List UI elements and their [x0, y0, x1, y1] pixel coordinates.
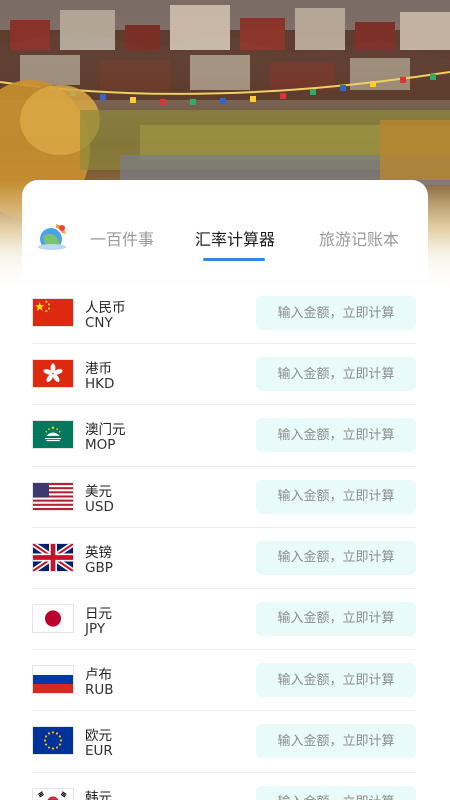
amount-input-rub[interactable]: [256, 663, 416, 698]
russia-flag-icon: [32, 665, 74, 695]
eu-flag-icon: [32, 726, 74, 756]
macau-flag-icon: [32, 420, 74, 450]
currency-row-jpy: 日元 JPY: [32, 589, 416, 651]
currency-code: USD: [85, 498, 114, 515]
currency-name: 澳门元: [85, 422, 126, 439]
tab-travel-ledger[interactable]: 旅游记账本: [319, 226, 399, 250]
currency-name: 港币: [85, 361, 112, 378]
currency-row-rub: 卢布 RUB: [32, 650, 416, 712]
currency-code: RUB: [85, 682, 114, 699]
amount-input-eur[interactable]: [256, 724, 416, 759]
uk-flag-icon: [32, 542, 74, 572]
china-flag-icon: [32, 298, 74, 327]
currency-code: GBP: [85, 559, 113, 576]
amount-input-mop[interactable]: [256, 418, 416, 453]
currency-row-mop: 澳门元 MOP: [32, 405, 416, 467]
korea-flag-icon: [32, 787, 74, 800]
tab-100-things[interactable]: 一百件事: [90, 226, 154, 250]
currency-name: 卢布: [85, 667, 112, 684]
currency-row-hkd: 港币 HKD: [32, 344, 416, 406]
amount-input-usd[interactable]: [256, 479, 416, 514]
usa-flag-icon: [32, 481, 74, 511]
app-logo-icon: [36, 220, 70, 254]
currency-name: 英镑: [85, 544, 112, 561]
amount-input-hkd[interactable]: [256, 357, 416, 392]
tab-exchange-calculator[interactable]: 汇率计算器: [195, 226, 275, 250]
currency-name: 欧元: [85, 728, 112, 745]
currency-code: EUR: [85, 743, 113, 760]
hong-kong-flag-icon: [32, 359, 74, 389]
tabs-card: 一百件事 汇率计算器 旅游记账本: [22, 180, 428, 280]
currency-code: MOP: [85, 437, 116, 454]
currency-code: HKD: [85, 376, 115, 393]
currency-name: 日元: [85, 605, 112, 622]
currency-row-gbp: 英镑 GBP: [32, 528, 416, 589]
currency-row-eur: 欧元 EUR: [32, 711, 416, 773]
currency-row-cny: 人民币 CNY: [32, 283, 416, 345]
currency-row-krw: 韩元: [32, 773, 416, 800]
currency-name: 美元: [85, 483, 112, 500]
currency-name: 人民币: [85, 300, 126, 316]
amount-input-gbp[interactable]: [256, 540, 416, 575]
amount-input-krw[interactable]: [256, 785, 416, 800]
currency-code: CNY: [85, 315, 113, 331]
amount-input-cny[interactable]: [256, 296, 416, 330]
currency-name: 韩元: [85, 789, 112, 800]
currency-list: 人民币 CNY 港币 HKD: [32, 283, 416, 800]
currency-row-usd: 美元 USD: [32, 467, 416, 528]
japan-flag-icon: [32, 603, 74, 633]
currency-code: JPY: [85, 620, 106, 637]
amount-input-jpy[interactable]: [256, 601, 416, 636]
active-tab-indicator: [203, 258, 265, 261]
